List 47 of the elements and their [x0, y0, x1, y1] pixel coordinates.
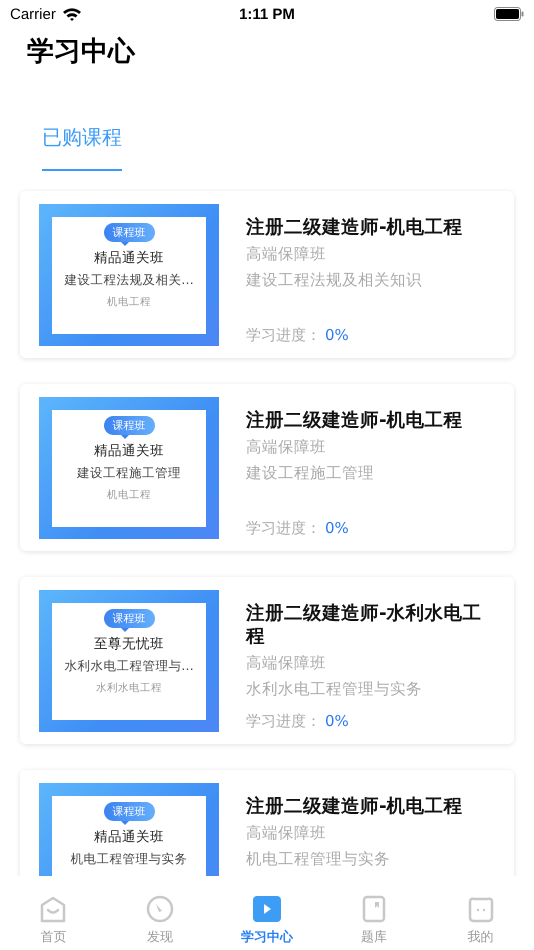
nav-tab[interactable]: 首页 — [0, 886, 107, 950]
progress-label: 学习进度： — [246, 519, 321, 538]
progress-value: 0% — [325, 326, 349, 345]
house-icon — [38, 894, 68, 924]
thumbnail-major: 机电工程 — [107, 488, 151, 502]
thumbnail-subject: 建设工程法规及相关… — [64, 272, 194, 289]
progress-label: 学习进度： — [246, 326, 321, 345]
compass-icon — [145, 894, 176, 924]
course-subject: 建设工程法规及相关知识 — [246, 270, 423, 291]
course-plan: 高端保障班 — [246, 653, 327, 674]
progress-value: 0% — [325, 519, 349, 538]
thumbnail-plan: 至尊无忧班 — [94, 635, 164, 653]
course-card[interactable]: 课程班 精品通关班 机电工程管理与实务 注册二级建造师-机电工程 高端保障班 机电工程管理与实务 — [20, 770, 514, 876]
nav-tab[interactable]: 题库 — [320, 886, 428, 950]
course-tab[interactable]: 已购课程 — [42, 124, 122, 171]
course-plan: 高端保障班 — [246, 437, 327, 458]
thumbnail-plan: 精品通关班 — [94, 249, 164, 267]
course-subject: 机电工程管理与实务 — [246, 849, 391, 870]
wifi-icon — [62, 7, 82, 21]
thumbnail-major: 水利水电工程 — [96, 681, 162, 695]
thumbnail-plan: 精品通关班 — [94, 828, 164, 846]
thumbnail-plan: 精品通关班 — [94, 442, 164, 460]
course-card[interactable]: 课程班 精品通关班 建设工程法规及相关… 机电工程 注册二级建造师-机电工程 高端保障班 建设工程法规及相关知识 学习进度： 0% — [20, 191, 514, 358]
course-title: 注册二级建造师-机电工程 — [246, 795, 464, 818]
thumbnail-major: 机电工程 — [107, 295, 151, 309]
thumbnail-subject: 水利水电工程管理与… — [64, 658, 194, 675]
course-title: 注册二级建造师-机电工程 — [246, 409, 464, 432]
course-card[interactable]: 课程班 至尊无忧班 水利水电工程管理与… 水利水电工程 注册二级建造师-水利水电工程 高端保障班 水利水电工程管理与实务 学习进度： 0% — [20, 577, 514, 744]
course-card[interactable]: 课程班 精品通关班 建设工程施工管理 机电工程 注册二级建造师-机电工程 高端保障班 建设工程施工管理 学习进度： 0% — [20, 384, 514, 551]
battery-icon — [494, 7, 524, 21]
play-icon — [252, 894, 282, 924]
nav-tab[interactable]: 学习中心 — [214, 886, 320, 950]
nav-tab[interactable]: 我的 — [427, 886, 534, 950]
nav-tab[interactable]: 发现 — [106, 886, 214, 950]
course-subject: 建设工程施工管理 — [246, 463, 375, 484]
course-subject: 水利水电工程管理与实务 — [246, 679, 423, 700]
progress-label: 学习进度： — [246, 712, 321, 731]
thumbnail-subject: 机电工程管理与实务 — [70, 851, 188, 868]
course-title: 注册二级建造师-机电工程 — [246, 216, 464, 239]
clock-time: 1:11 PM — [239, 6, 295, 22]
course-plan: 高端保障班 — [246, 823, 327, 844]
carrier-name: Carrier — [10, 6, 56, 22]
course-title: 注册二级建造师-水利水电工程 — [246, 602, 483, 648]
course-plan: 高端保障班 — [246, 244, 327, 265]
thumbnail-subject: 建设工程施工管理 — [77, 465, 181, 482]
progress-value: 0% — [325, 712, 349, 731]
page-title: 学习中心 — [27, 35, 135, 69]
